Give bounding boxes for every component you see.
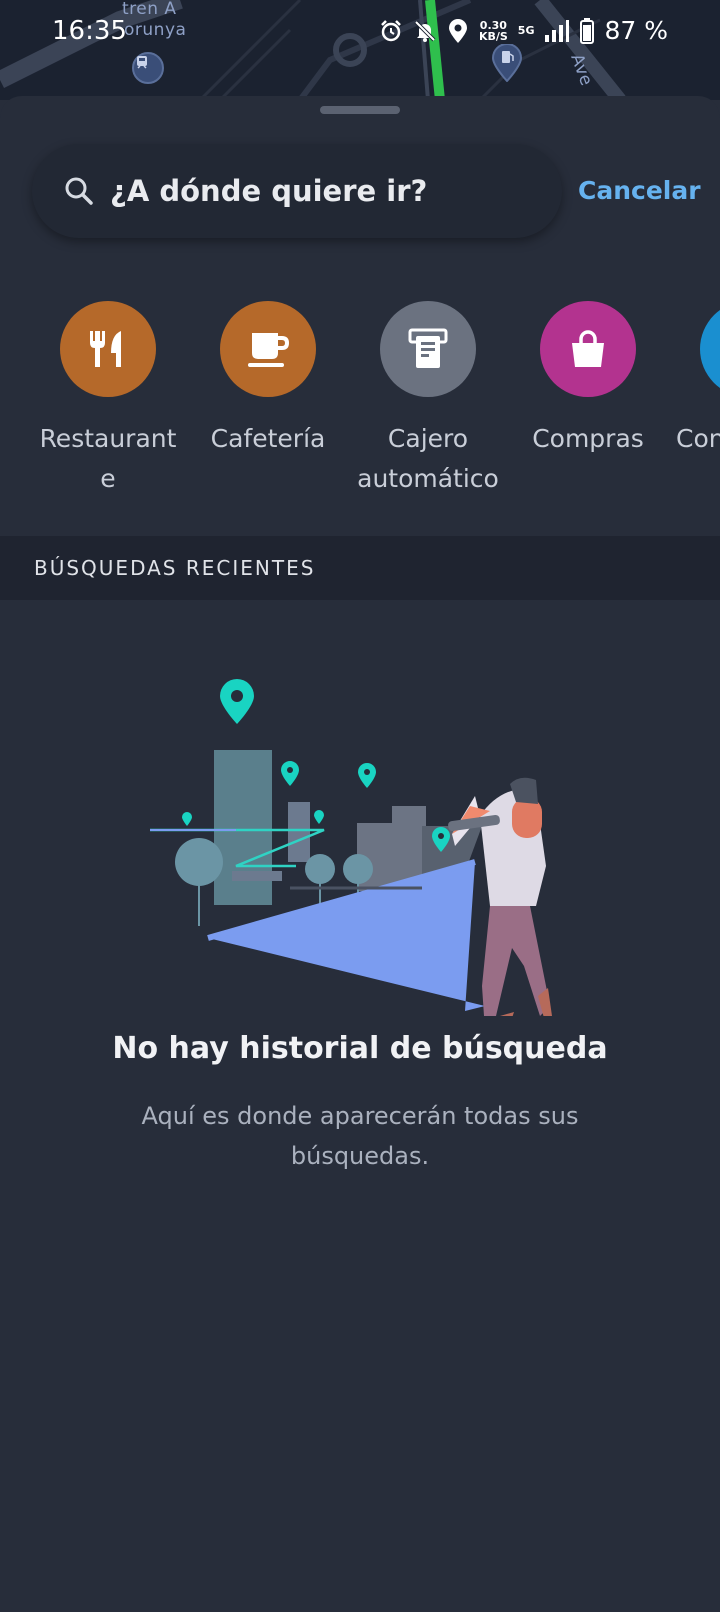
alarm-icon [381,19,401,41]
map-pin-3 [358,763,376,788]
search-icon [65,177,93,205]
battery-icon [580,17,595,44]
category-partial[interactable]: Con [668,301,720,459]
building-small [288,802,310,862]
category-atm[interactable]: Cajero automático [348,301,508,499]
partial-category-icon [700,301,720,397]
building-top [392,806,426,826]
category-shopping-circle [540,301,636,397]
network-type: 5G [517,24,535,37]
category-cafeteria-label: Cafetería [188,419,348,459]
ledge [232,871,282,881]
location-icon [448,18,467,43]
category-atm-label: Cajero automático [348,419,508,499]
category-cafeteria-label-line1: Cafetería [210,424,326,453]
category-restaurant-label: Restaurant e [28,419,188,499]
status-time: 16:35 [52,16,127,46]
fork-knife-icon [90,331,121,367]
category-restaurant[interactable]: Restaurant e [28,301,188,499]
category-partial-label-line1: Con [676,424,720,453]
category-atm-label-line1: Cajero [387,424,469,453]
search-input[interactable] [110,174,540,208]
category-restaurant-circle [60,301,156,397]
category-shopping-label: Compras [508,419,668,459]
category-restaurant-label-line1: Restaurant [39,424,177,453]
search-sheet: Cancelar Restaurant e [0,96,720,1612]
map-pin-large [220,679,254,724]
category-restaurant-label-line2: e [100,464,116,493]
search-box[interactable] [32,144,562,238]
notifications-muted-icon [414,20,436,42]
map-pin-4 [182,812,192,826]
category-shopping[interactable]: Compras [508,301,668,459]
atm-icon [408,328,448,368]
category-shopping-label-line1: Compras [532,424,644,453]
empty-state-title: No hay historial de búsqueda [112,1031,608,1066]
map-pin-2 [281,761,299,786]
network-speed: 0.30 KB/S [479,20,508,42]
status-icons: 0.30 KB/S 5G 87 % [379,16,668,45]
tree-large [175,838,223,886]
tree-medium [305,854,335,884]
coffee-cup-icon [248,333,290,367]
category-atm-circle [380,301,476,397]
status-bar: 16:35 0.30 KB/S 5G 87 % [0,0,720,64]
building-tall [214,750,272,905]
category-cafeteria[interactable]: Cafetería [188,301,348,459]
sheet-drag-handle[interactable] [320,106,400,114]
network-speed-value: 0.30 [479,18,507,32]
tree-medium-2 [343,854,373,884]
category-shortcuts: Restaurant e Cafetería Cajero automático… [0,301,720,521]
battery-percentage: 87 % [604,16,668,45]
recent-searches-header: BÚSQUEDAS RECIENTES [0,536,720,600]
category-partial-label: Con [668,419,720,459]
signal-icon [545,19,570,42]
shopping-bag-icon [572,330,604,367]
empty-state-subtitle: Aquí es donde aparecerán todas sus búsqu… [141,1102,579,1170]
map-pin-5 [314,810,324,824]
empty-history-illustration [150,679,552,1016]
category-cafeteria-circle [220,301,316,397]
network-speed-unit: KB/S [478,29,508,43]
category-atm-label-line2: automático [357,464,499,493]
cancel-button[interactable]: Cancelar [578,176,701,205]
